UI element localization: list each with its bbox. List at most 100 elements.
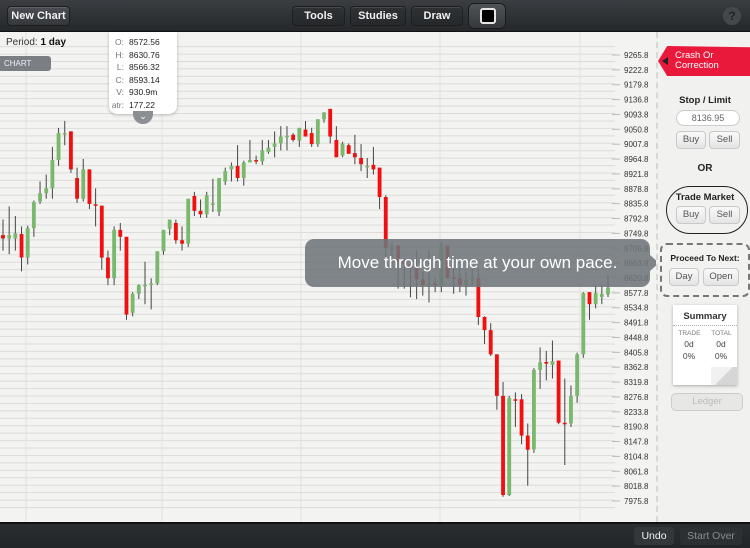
candle-body-up — [260, 150, 265, 162]
candle — [204, 191, 209, 218]
candle-body-up — [44, 188, 49, 194]
draw-button[interactable]: Draw — [411, 6, 463, 26]
candle-body-up — [285, 135, 289, 138]
draw-color-button[interactable] — [468, 3, 506, 29]
candle-body-up — [149, 283, 154, 285]
market-sell-button[interactable]: Sell — [709, 206, 740, 224]
candle-body-down — [99, 205, 104, 258]
y-tick-label: 8147.8 — [624, 438, 649, 447]
candle — [352, 134, 357, 165]
candle-body-down — [106, 257, 110, 279]
candle-body-up — [210, 203, 215, 206]
ohlc-row: O: 8572.56 — [109, 37, 177, 50]
summary-cell: 0d — [716, 339, 726, 349]
candle-body-up — [136, 285, 141, 294]
top-toolbar: New Chart Tools Studies Draw ? — [0, 0, 750, 32]
summary-col-trade: TRADE — [678, 330, 701, 337]
candle-body-down — [587, 292, 592, 305]
market-buy-button[interactable]: Buy — [676, 206, 706, 224]
chart-area[interactable]: 9265.8 9222.8 9179.8 9136.8 9093.8 9050.8 9007… — [0, 32, 660, 522]
period-indicator: Period: 1 day — [6, 37, 66, 48]
candle-body-up — [50, 160, 55, 189]
candle-body-down — [556, 360, 561, 423]
tutorial-tooltip: Move through time at your own pace. — [305, 239, 659, 287]
candle — [494, 354, 499, 410]
candle — [149, 278, 154, 310]
candle-body-up — [38, 193, 42, 202]
candle-body-down — [377, 167, 382, 198]
candle-body-down — [19, 234, 24, 258]
candle-body-down — [359, 157, 363, 165]
candle-body-down — [371, 164, 376, 170]
candle — [50, 146, 55, 199]
candle — [285, 126, 289, 151]
candle — [513, 392, 518, 427]
ohlc-row: L: 8566.32 — [109, 62, 177, 75]
candle-body-down — [309, 133, 314, 145]
stop-limit-input[interactable]: 8136.95 — [676, 110, 740, 126]
app-window: New Chart Tools Studies Draw ? 9265.8 922… — [0, 0, 750, 548]
next-open-button[interactable]: Open — [703, 268, 739, 286]
candle — [118, 222, 123, 251]
candle — [501, 381, 505, 497]
y-tick-label: 8921.8 — [624, 170, 649, 179]
y-tick-label: 8233.8 — [624, 408, 649, 417]
ohlc-value: 930.9m — [129, 87, 158, 97]
candle-body-up — [248, 160, 252, 163]
studies-button[interactable]: Studies — [350, 6, 406, 26]
ohlc-key: atr: — [111, 99, 124, 110]
candle — [186, 198, 191, 248]
stop-limit-sell-button[interactable]: Sell — [709, 131, 740, 149]
candle — [173, 219, 178, 244]
candle-body-down — [118, 229, 123, 237]
candle — [93, 188, 98, 227]
candle-body-down — [124, 236, 129, 315]
help-icon[interactable]: ? — [723, 7, 741, 25]
y-tick-label: 9222.8 — [624, 66, 649, 75]
y-tick-label: 8190.8 — [624, 423, 649, 432]
candle-body-up — [62, 133, 67, 135]
bottom-toolbar: Undo Start Over — [0, 522, 750, 548]
new-chart-button[interactable]: New Chart — [7, 6, 70, 26]
candle-body-up — [161, 229, 166, 252]
candle-body-down — [488, 330, 493, 355]
candle — [556, 360, 561, 425]
candle-body-down — [93, 204, 98, 206]
candle-body-up — [13, 233, 18, 239]
candle-body-down — [68, 131, 73, 170]
scenario-ribbon: Crash Or Correction — [658, 46, 750, 76]
start-over-button[interactable]: Start Over — [680, 527, 742, 545]
stop-limit-buy-button[interactable]: Buy — [676, 131, 706, 149]
ohlc-readout: O: 8572.56 H: 8630.76 L: 8566.32 C: 8593.14 … — [109, 32, 177, 114]
y-tick-label: 8749.8 — [624, 229, 649, 238]
y-tick-label: 8964.8 — [624, 155, 649, 164]
summary-row: 0% 0% — [673, 349, 737, 361]
tools-button[interactable]: Tools — [292, 6, 345, 26]
candle-body-up — [532, 369, 536, 450]
y-tick-label: 8061.8 — [624, 467, 649, 476]
candle — [106, 250, 110, 286]
ohlc-row: C: 8593.14 — [109, 75, 177, 88]
candle — [31, 200, 36, 237]
candle-body-up — [7, 235, 12, 239]
y-tick-label: 8362.8 — [624, 363, 649, 372]
candle-body-down — [254, 160, 259, 162]
candle-body-up — [340, 143, 345, 156]
candle-body-up — [25, 228, 30, 258]
summary-card: Summary TRADE TOTAL 0d 0d 0% 0% — [673, 305, 737, 385]
candle-body-down — [75, 178, 79, 199]
ledger-button[interactable]: Ledger — [671, 393, 743, 411]
candle — [56, 127, 61, 166]
candle — [254, 155, 259, 165]
candle-body-up — [593, 292, 598, 305]
y-tick-label: 8276.8 — [624, 393, 649, 402]
next-day-button[interactable]: Day — [669, 268, 699, 286]
stop-limit-title: Stop / Limit — [679, 95, 731, 106]
undo-button[interactable]: Undo — [634, 527, 674, 545]
chart-tab[interactable]: CHART — [0, 56, 51, 71]
candle-body-up — [241, 162, 246, 179]
candle-body-up — [112, 229, 117, 279]
candle — [315, 119, 320, 147]
candle-body-down — [513, 399, 518, 401]
candle — [143, 261, 147, 305]
